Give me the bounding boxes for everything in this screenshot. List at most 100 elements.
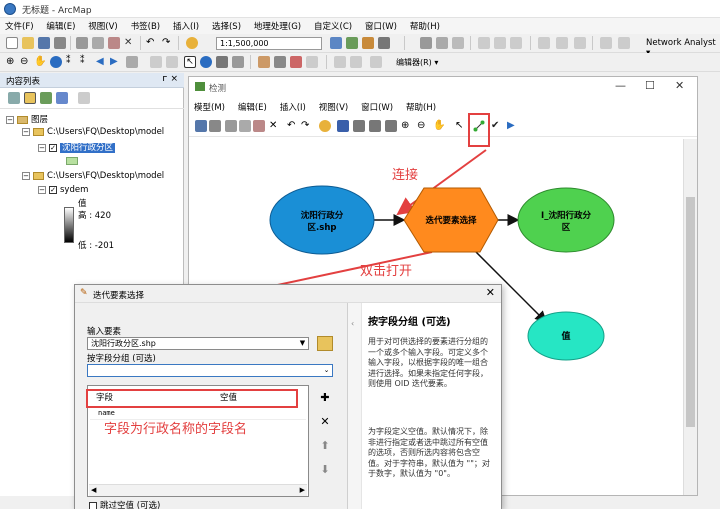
menu-file[interactable]: 文件(F) xyxy=(0,18,39,34)
collapse-icon[interactable]: − xyxy=(22,171,30,180)
menu-view[interactable]: 视图(V) xyxy=(83,18,122,34)
scrollbar-thumb[interactable] xyxy=(686,197,695,427)
scroll-left-icon[interactable]: ◀ xyxy=(91,486,96,494)
run-icon[interactable]: ▶ xyxy=(507,120,519,132)
search-window-icon[interactable] xyxy=(378,37,390,49)
skip-nulls-checkbox[interactable] xyxy=(89,501,97,509)
collapse-icon[interactable]: − xyxy=(22,127,30,136)
undo-icon[interactable]: ↶ xyxy=(146,37,158,49)
layer-visibility-checkbox[interactable]: ✓ xyxy=(49,143,57,152)
pan-icon[interactable]: ✋ xyxy=(34,56,46,68)
toc-layers-root[interactable]: − 图层 xyxy=(6,113,48,125)
new-icon[interactable] xyxy=(6,37,18,49)
create-viewer-icon[interactable] xyxy=(290,56,302,68)
copy-icon[interactable] xyxy=(239,120,251,132)
find-icon[interactable] xyxy=(216,56,228,68)
modelbuilder-icon[interactable] xyxy=(452,37,464,49)
redo-icon[interactable]: ↷ xyxy=(162,37,174,49)
arctoolbox-icon[interactable] xyxy=(420,37,432,49)
dialog-close-icon[interactable]: ✕ xyxy=(486,286,495,299)
select-icon[interactable]: ↖ xyxy=(455,120,467,132)
map-scale-combo[interactable]: 1:1,500,000 xyxy=(216,37,322,50)
help-side-rail[interactable]: ‹ xyxy=(348,303,362,509)
collapse-icon[interactable]: − xyxy=(6,115,14,124)
pan-icon[interactable]: ✋ xyxy=(433,120,445,132)
model-menu-help[interactable]: 帮助(H) xyxy=(401,99,441,115)
print-icon[interactable] xyxy=(54,37,66,49)
model-menu-insert[interactable]: 插入(I) xyxy=(275,99,311,115)
options-icon[interactable] xyxy=(78,92,90,104)
fixed-zoom-in-icon[interactable]: ⁑ xyxy=(66,56,78,68)
time-slider-icon[interactable] xyxy=(274,56,286,68)
toc-folder-2[interactable]: − C:\Users\FQ\Desktop\model xyxy=(22,171,164,181)
paste-icon[interactable] xyxy=(253,120,265,132)
menu-help[interactable]: 帮助(H) xyxy=(405,18,445,34)
cut-icon[interactable] xyxy=(76,37,88,49)
full-extent-icon[interactable] xyxy=(353,120,365,132)
tool-icon[interactable] xyxy=(538,37,550,49)
toc-layer-district[interactable]: − ✓ 沈阳行政分区 xyxy=(38,141,116,153)
browse-folder-button[interactable] xyxy=(317,336,333,351)
zoom-in-icon[interactable]: ⊕ xyxy=(401,120,413,132)
delete-icon[interactable]: ✕ xyxy=(124,37,136,49)
add-row-button[interactable]: ✚ xyxy=(317,391,333,406)
menu-window[interactable]: 窗口(W) xyxy=(360,18,402,34)
paste-icon[interactable] xyxy=(108,37,120,49)
menu-edit[interactable]: 编辑(E) xyxy=(41,18,80,34)
grid-horizontal-scrollbar[interactable]: ◀ ▶ xyxy=(89,484,307,496)
forward-icon[interactable]: ▶ xyxy=(110,56,122,68)
auto-layout-icon[interactable] xyxy=(337,120,349,132)
collapse-icon[interactable]: − xyxy=(38,185,46,194)
measure-icon[interactable] xyxy=(232,56,244,68)
add-data-icon[interactable] xyxy=(186,37,198,49)
layer-icon[interactable] xyxy=(166,56,178,68)
toc-icon[interactable] xyxy=(346,37,358,49)
zoom-out-icon[interactable]: ⊖ xyxy=(417,120,429,132)
tool-icon[interactable] xyxy=(556,37,568,49)
select-elements-icon[interactable]: ↖ xyxy=(184,56,196,68)
list-by-selection-icon[interactable] xyxy=(56,92,68,104)
editor-toolbar-icon[interactable] xyxy=(330,37,342,49)
menu-bookmarks[interactable]: 书签(B) xyxy=(126,18,165,34)
back-icon[interactable]: ◀ xyxy=(96,56,108,68)
menu-selection[interactable]: 选择(S) xyxy=(207,18,246,34)
delete-icon[interactable]: ✕ xyxy=(269,120,281,132)
toc-layer-sydem[interactable]: − ✓ sydem xyxy=(38,185,88,195)
list-by-source-icon[interactable] xyxy=(24,92,36,104)
minimize-icon[interactable]: — xyxy=(615,79,626,92)
model-vertical-scrollbar[interactable] xyxy=(683,139,697,495)
chevron-left-icon[interactable]: ‹ xyxy=(351,319,354,328)
snap-icon[interactable] xyxy=(494,37,506,49)
list-by-drawing-order-icon[interactable] xyxy=(8,92,20,104)
zoom-in-icon[interactable]: ⊕ xyxy=(6,56,18,68)
python-icon[interactable] xyxy=(436,37,448,49)
html-popup-icon[interactable] xyxy=(258,56,270,68)
model-menu-edit[interactable]: 编辑(E) xyxy=(233,99,272,115)
layer-visibility-checkbox[interactable]: ✓ xyxy=(49,185,57,194)
open-icon[interactable] xyxy=(22,37,34,49)
tool-icon[interactable] xyxy=(600,37,612,49)
scroll-right-icon[interactable]: ▶ xyxy=(300,486,305,494)
editor-icon[interactable] xyxy=(370,56,382,68)
catalog-icon[interactable] xyxy=(362,37,374,49)
fixed-zoom-icon[interactable] xyxy=(369,120,381,132)
save-icon[interactable] xyxy=(195,120,207,132)
editor-icon[interactable] xyxy=(350,56,362,68)
remove-row-button[interactable]: ✕ xyxy=(317,415,333,430)
close-icon[interactable]: ✕ xyxy=(675,79,684,92)
tool-icon[interactable] xyxy=(618,37,630,49)
editor-dropdown[interactable]: 编辑器(R) ▾ xyxy=(396,57,438,68)
collapse-icon[interactable]: − xyxy=(38,143,46,152)
tool-icon[interactable] xyxy=(574,37,586,49)
georef-icon[interactable] xyxy=(510,37,522,49)
model-menu-model[interactable]: 模型(M) xyxy=(189,99,230,115)
select-features-icon[interactable] xyxy=(126,56,138,68)
input-features-combo[interactable]: 沈阳行政分区.shp ▼ xyxy=(87,337,309,350)
validate-icon[interactable]: ✔ xyxy=(491,120,503,132)
chevron-down-icon[interactable]: ▼ xyxy=(298,339,307,348)
list-by-visibility-icon[interactable] xyxy=(40,92,52,104)
full-extent-icon[interactable] xyxy=(50,56,62,68)
model-menu-window[interactable]: 窗口(W) xyxy=(356,99,398,115)
toc-folder-1[interactable]: − C:\Users\FQ\Desktop\model xyxy=(22,127,164,137)
fixed-zoom-out-icon[interactable]: ⁑ xyxy=(80,56,92,68)
